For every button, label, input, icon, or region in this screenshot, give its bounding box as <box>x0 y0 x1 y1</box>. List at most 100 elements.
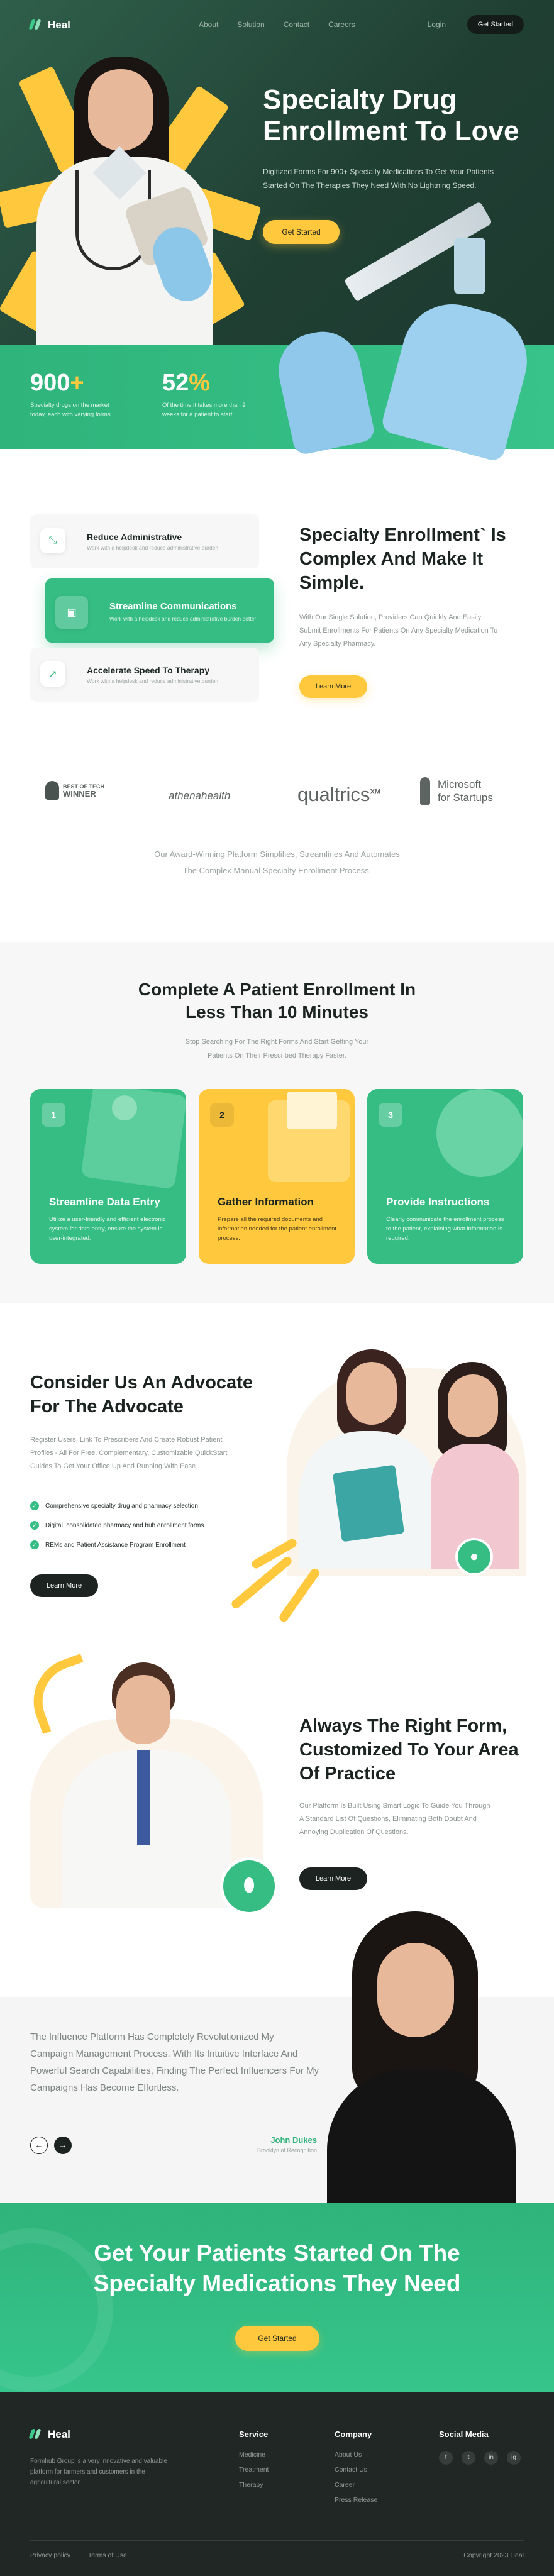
check-icon: ✓ <box>30 1540 39 1549</box>
stat-time-desc: Of the time it takes more than 2 weeks f… <box>162 402 246 418</box>
footer-company-title: Company <box>335 2430 372 2439</box>
testimonial-person-image <box>327 1911 522 2203</box>
nav-link-about[interactable]: About <box>199 20 218 29</box>
trophy-icon <box>45 781 59 800</box>
advocate-check-2: ✓ Digital, consolidated pharmacy and hub … <box>30 1521 204 1530</box>
feature-desc: Work with a helpdesk and reduce administ… <box>87 678 219 684</box>
user-icon: ● <box>455 1538 493 1576</box>
nav-links: About Solution Contact Careers <box>199 20 355 29</box>
arrows-collapse-icon: ⤡ <box>40 528 65 553</box>
partner-logos: BEST OF TECH WINNER athenahealth qualtri… <box>30 777 524 817</box>
partners-caption-line1: Our Award-Winning Platform Simplifies, S… <box>154 849 400 859</box>
partner-qualtrics-sup: XM <box>370 788 380 796</box>
vial-image <box>454 238 485 294</box>
rightform-learn-more-button[interactable]: Learn More <box>299 1867 367 1890</box>
step-number: 3 <box>379 1103 402 1127</box>
nav-link-solution[interactable]: Solution <box>237 20 264 29</box>
advocate-learn-more-button[interactable]: Learn More <box>30 1574 98 1597</box>
footer-logo[interactable]: Heal <box>28 2428 70 2441</box>
tie <box>137 1750 150 1845</box>
feature-desc: Work with a helpdesk and reduce administ… <box>87 544 219 551</box>
check-badge-icon <box>112 1095 137 1120</box>
advocate-title: Consider Us An Advocate For The Advocate <box>30 1373 253 1417</box>
brand-name: Heal <box>48 19 70 31</box>
top-nav: Heal About Solution Contact Careers Logi… <box>28 15 524 35</box>
partner-qualtrics: qualtricsXM <box>297 783 380 806</box>
stat-drugs-desc: Specialty drugs on the market today, eac… <box>30 402 111 418</box>
feature-title: Accelerate Speed To Therapy <box>87 665 210 675</box>
advocate-text: Register Users, Link To Prescribers And … <box>30 1436 228 1470</box>
step-title: Streamline Data Entry <box>49 1196 160 1208</box>
cta-get-started-button[interactable]: Get Started <box>235 2326 319 2351</box>
rocket-icon <box>420 777 430 805</box>
stat-time-value: 52 <box>162 370 189 396</box>
feature-card-reduce-admin[interactable]: ⤡ Reduce Administrative Work with a help… <box>30 514 259 568</box>
partner-athenahealth: athenahealth <box>169 790 231 802</box>
brand-logo[interactable]: Heal <box>28 19 70 31</box>
linkedin-icon[interactable]: in <box>484 2451 498 2465</box>
advocate-image: ● <box>287 1349 526 1601</box>
stat-drugs-suffix: + <box>70 370 84 396</box>
footer-link[interactable]: Treatment <box>239 2466 269 2474</box>
testimonial-prev-button[interactable]: ← <box>30 2137 48 2154</box>
stats-band: 900+ Specialty drugs on the market today… <box>0 292 554 463</box>
advocate-check-1: ✓ Comprehensive specialty drug and pharma… <box>30 1501 198 1510</box>
folder-paper <box>287 1092 337 1129</box>
footer-link[interactable]: Career <box>335 2481 355 2489</box>
hero-doctor-image <box>0 50 262 345</box>
features-learn-more-button[interactable]: Learn More <box>299 675 367 698</box>
step-number: 2 <box>210 1103 234 1127</box>
step-card-data-entry[interactable]: 1 Streamline Data Entry Utilize a user-f… <box>30 1089 186 1264</box>
stat-drugs: 900+ Specialty drugs on the market today… <box>30 370 118 419</box>
feature-title: Streamline Communications <box>109 601 237 612</box>
feature-card-accelerate[interactable]: ↗ Accelerate Speed To Therapy Work with … <box>30 648 259 702</box>
check-text: Comprehensive specialty drug and pharmac… <box>45 1502 198 1510</box>
twitter-icon[interactable]: t <box>462 2451 475 2465</box>
footer-link[interactable]: Press Release <box>335 2496 377 2504</box>
trend-up-icon: ↗ <box>40 661 65 687</box>
step-title: Provide Instructions <box>386 1196 490 1208</box>
footer-description: Formhub Group is a very innovative and v… <box>30 2458 167 2486</box>
footer-link[interactable]: About Us <box>335 2451 362 2458</box>
hero-subtitle: Digitized Forms For 900+ Specialty Medic… <box>263 167 494 190</box>
nav-link-contact[interactable]: Contact <box>284 20 309 29</box>
footer-link[interactable]: Therapy <box>239 2481 263 2489</box>
footer-divider <box>30 2540 524 2541</box>
check-text: REMs and Patient Assistance Program Enro… <box>45 1541 186 1549</box>
step-desc: Prepare all the required documents and i… <box>218 1216 337 1242</box>
chat-icon: ▣ <box>55 596 88 629</box>
footer-social-title: Social Media <box>439 2430 489 2439</box>
instagram-icon[interactable]: ig <box>507 2451 521 2465</box>
hero-title: Specialty Drug Enrollment To Love <box>263 84 519 146</box>
testimonial-author: John Dukes Brooklyn of Recognition <box>233 2135 317 2153</box>
login-link[interactable]: Login <box>428 20 446 29</box>
nav-link-careers[interactable]: Careers <box>328 20 355 29</box>
partner-best-of-tech: BEST OF TECH WINNER <box>45 781 104 800</box>
copyright: Copyright 2023 Heal <box>463 2551 524 2559</box>
step-number: 1 <box>42 1103 65 1127</box>
hero-get-started-button[interactable]: Get Started <box>263 220 340 244</box>
curved-arrow-icon <box>21 1653 102 1735</box>
nav-get-started-button[interactable]: Get Started <box>467 15 524 34</box>
checkmark-illustration <box>436 1089 523 1177</box>
terms-link[interactable]: Terms of Use <box>88 2551 127 2559</box>
partner-ms-line1: Microsoft <box>438 778 481 790</box>
heal-logo-icon <box>28 19 43 31</box>
steps-subtitle: Stop Searching For The Right Forms And S… <box>185 1038 369 1059</box>
feature-card-streamline[interactable]: ▣ Streamline Communications Work with a … <box>45 578 274 643</box>
facebook-icon[interactable]: f <box>439 2451 453 2465</box>
testimonial-next-button[interactable]: → <box>54 2137 72 2154</box>
footer-link[interactable]: Contact Us <box>335 2466 367 2474</box>
partner-microsoft: Microsoft for Startups <box>420 777 493 805</box>
pill-icon: ⬮ <box>220 1857 278 1915</box>
privacy-link[interactable]: Privacy policy <box>30 2551 70 2559</box>
features-title: Specialty Enrollment` Is Complex And Mak… <box>299 525 506 593</box>
step-card-gather-info[interactable]: 2 Gather Information Prepare all the req… <box>199 1089 355 1264</box>
rightform-title: Always The Right Form, Customized To You… <box>299 1716 519 1784</box>
partner-qualtrics-text: qualtrics <box>297 783 370 805</box>
advocate-check-3: ✓ REMs and Patient Assistance Program Enr… <box>30 1540 186 1549</box>
footer-link[interactable]: Medicine <box>239 2451 265 2458</box>
rightform-image: ⬮ <box>21 1644 282 1920</box>
step-card-instructions[interactable]: 3 Provide Instructions Clearly communica… <box>367 1089 523 1264</box>
check-text: Digital, consolidated pharmacy and hub e… <box>45 1522 204 1529</box>
